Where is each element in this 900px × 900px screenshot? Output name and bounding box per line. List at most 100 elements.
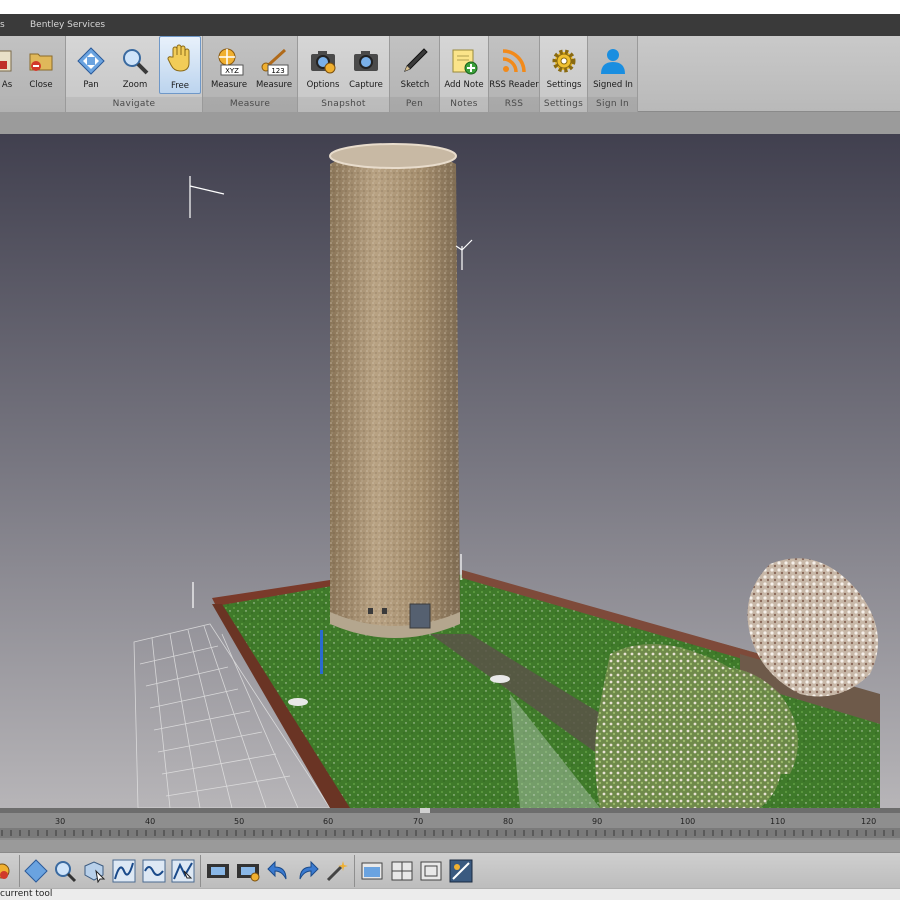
pan-tool-button[interactable] [24,859,48,883]
group-label-sign-in: Sign In [588,97,637,112]
group-label-notes: Notes [440,97,488,112]
tower-door [409,603,431,629]
wand-button[interactable] [325,859,349,883]
tick-label: 100 [680,817,696,826]
gear-icon [552,49,576,73]
rss-icon [502,49,526,73]
point-cloud-viewport[interactable] [0,134,900,808]
ribbon-group-sign-in: Signed In Sign In [588,36,638,112]
group-label-rss: RSS [489,97,539,112]
ribbon-group-notes: Add Note Notes [440,36,489,112]
timeline-ticks [0,808,900,852]
rss-reader-button[interactable]: RSS Reader [489,40,539,94]
signed-in-button[interactable]: Signed In [592,40,634,94]
timeline-ruler[interactable]: 30 40 50 60 70 80 90 100 110 120 [0,808,900,852]
user-icon [601,49,625,74]
film-icon [207,864,229,878]
measure-point-icon: XYZ [218,48,244,76]
group-label-snapshot: Snapshot [298,97,389,112]
window-top-strip [0,0,900,14]
curve-wave-icon [142,859,166,883]
undo-button[interactable] [266,859,290,883]
pen-icon [404,48,428,72]
point-cloud-scene [0,134,900,808]
ribbon-group-settings: Settings Settings [540,36,588,112]
film-settings-button[interactable] [236,859,260,883]
curve-tool-button[interactable] [112,859,136,883]
measure-xyz-button[interactable]: XYZ Measure [208,40,250,94]
point-icon [0,863,10,879]
zoom-tool-button[interactable] [53,859,77,883]
zoom-button[interactable]: Zoom [114,40,156,94]
sketch-button[interactable]: Sketch [394,40,436,94]
folder-close-icon [29,53,53,71]
pan-icon [77,47,105,75]
tick-label: 50 [234,817,245,826]
view-single-icon [361,862,383,880]
zoom-icon [123,49,149,75]
toolbar-separator [19,855,20,887]
add-note-button[interactable]: Add Note [443,40,485,94]
menu-item-file[interactable]: s [0,14,5,36]
box-select-button[interactable] [82,859,106,883]
ribbon-collapse-band [0,112,900,134]
curve-select-button[interactable] [171,859,195,883]
ribbon-group-rss: RSS Reader RSS [489,36,540,112]
free-button[interactable]: Free [159,36,201,94]
point-tool-button[interactable] [0,859,14,883]
view-frame-icon [420,861,442,881]
zoom-icon [55,861,77,883]
tick-label: 60 [323,817,334,826]
xyz-icon-text: XYZ [225,67,239,75]
num-icon-text: 123 [271,67,284,75]
curve-wave-button[interactable] [142,859,166,883]
view-frame-button[interactable] [419,859,443,883]
view-single-button[interactable] [360,859,384,883]
manhole-cover [490,675,510,683]
add-note-icon [452,49,478,75]
screen-icon [449,859,473,883]
film-button[interactable] [206,859,230,883]
tick-label: 90 [592,817,603,826]
ribbon-group-measure: XYZ Measure 123 Measure Measure [203,36,298,112]
ribbon: e As Close Pan Zoom [0,36,900,112]
survey-marker [320,630,323,674]
capture-button[interactable]: Capture [345,40,387,94]
group-label-navigate: Navigate [66,97,202,112]
tick-label: 70 [413,817,424,826]
ribbon-group-snapshot: Options Capture Snapshot [298,36,390,112]
menu-item-bentley-services[interactable]: Bentley Services [30,14,105,36]
curve-icon [112,859,136,883]
camera-options-icon [311,51,336,74]
bottom-toolbar [0,852,900,888]
tick-label: 80 [503,817,514,826]
redo-icon [299,860,319,880]
undo-icon [267,860,287,880]
ribbon-group-pen: Sketch Pen [390,36,440,112]
group-label-measure: Measure [203,97,297,112]
toolbar-separator [200,855,201,887]
status-bar: current tool [0,888,900,900]
redo-button[interactable] [296,859,320,883]
close-button[interactable]: Close [20,40,62,94]
view-quad-button[interactable] [390,859,414,883]
screen-button[interactable] [449,859,473,883]
options-button[interactable]: Options [302,40,344,94]
wand-icon [326,861,348,882]
pan-icon [24,859,48,883]
settings-button[interactable]: Settings [543,40,585,94]
camera-icon [354,51,378,71]
save-as-icon [0,50,12,72]
group-label-pen: Pen [390,97,439,112]
tick-label: 30 [55,817,66,826]
measure-distance-icon: 123 [261,48,289,76]
pan-button[interactable]: Pan [70,40,112,94]
tick-label: 40 [145,817,156,826]
hand-icon [167,44,190,72]
menu-bar: s Bentley Services [0,14,900,36]
ribbon-group-navigate: Pan Zoom Free Navigate [66,36,203,112]
measure-distance-button[interactable]: 123 Measure [253,40,295,94]
tick-label: 120 [861,817,877,826]
tick-label: 110 [770,817,786,826]
film-settings-icon [237,864,260,882]
